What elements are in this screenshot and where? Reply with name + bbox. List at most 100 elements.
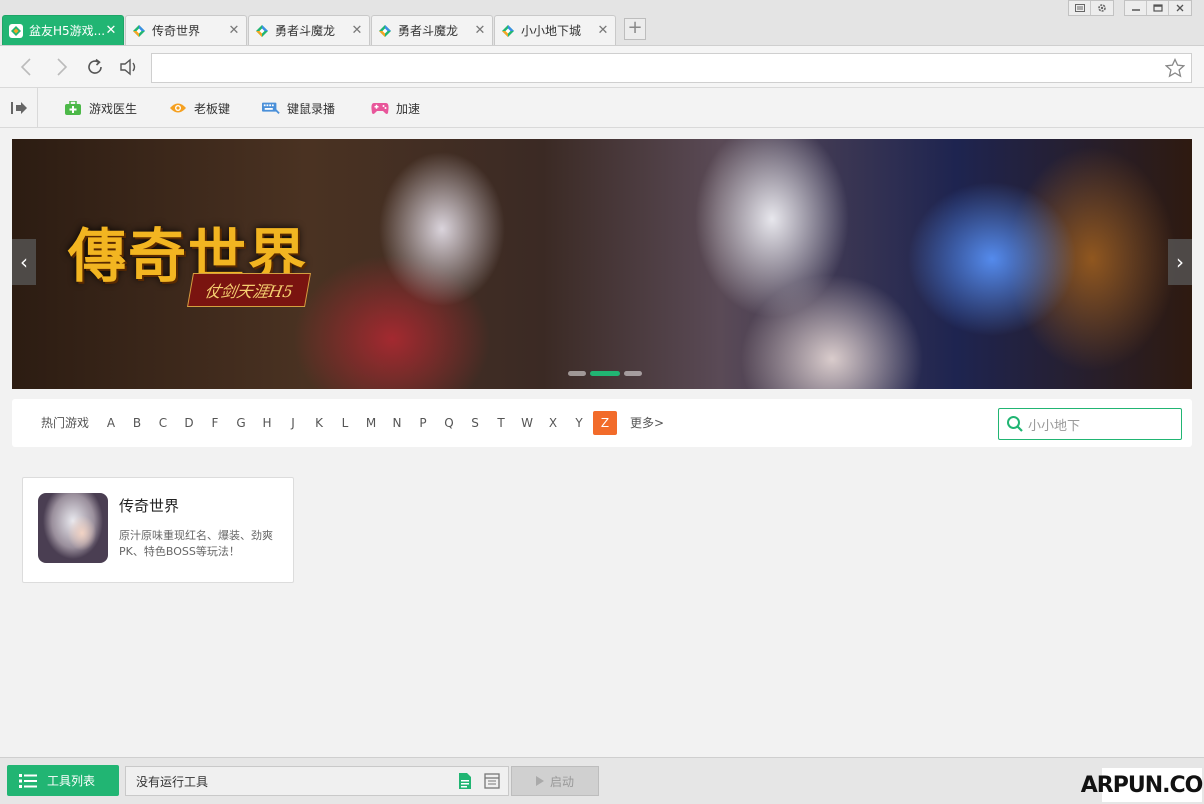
star-icon[interactable] [1164,57,1186,81]
sound-button[interactable] [117,55,141,79]
sidebar-toggle-icon [10,101,27,114]
window-menu-group [1068,0,1114,16]
toolbar-game-doctor[interactable]: 游戏医生 [64,98,137,118]
more-link[interactable]: 更多> [622,411,672,435]
letter-filter[interactable]: W [514,411,540,435]
site-icon [255,24,269,38]
toolbar-item-label: 键鼠录播 [287,101,336,116]
running-tools-text: 没有运行工具 [136,774,209,789]
letter-filter[interactable]: M [358,411,384,435]
tab-label: 勇者斗魔龙 [275,24,336,38]
letter-filter[interactable]: P [410,411,436,435]
banner-dot[interactable] [568,371,586,376]
start-label: 启动 [549,774,574,789]
close-icon[interactable]: ✕ [597,23,609,38]
tab-h5-games[interactable]: 盆友H5游戏... ✕ [2,15,124,45]
letter-filter[interactable]: N [384,411,410,435]
banner-dot-active[interactable] [590,371,620,376]
maximize-icon[interactable] [1147,1,1169,15]
letter-filter[interactable]: A [98,411,124,435]
site-icon [501,24,515,38]
arrow-left-icon [20,58,31,76]
address-input[interactable] [152,54,1152,82]
letter-filter[interactable]: H [254,411,280,435]
promo-banner[interactable]: 傳奇世界 仗剑天涯H5 ‹ › [12,139,1192,389]
search-input[interactable] [1028,416,1168,432]
site-watermark: ARPUN.COM [1081,768,1204,802]
tools-list-button[interactable]: 工具列表 [7,765,119,796]
keyboard-icon [262,100,280,116]
window-icon[interactable] [484,773,500,789]
tab-hero-dragon-2[interactable]: 勇者斗魔龙 ✕ [371,15,493,45]
gamepad-icon [371,100,389,116]
new-tab-button[interactable]: + [624,18,646,40]
arrow-right-icon [57,58,68,76]
window-controls [1124,0,1192,16]
letter-filter[interactable]: Q [436,411,462,435]
menu-icon[interactable] [1069,1,1091,15]
list-icon [19,773,37,788]
letter-filter[interactable]: S [462,411,488,435]
toolbar-item-label: 老板键 [194,101,231,116]
tab-bar: 盆友H5游戏... ✕ 传奇世界 ✕ 勇者斗魔龙 ✕ 勇者斗魔龙 ✕ 小小地下城… [0,0,1204,46]
letter-filter[interactable]: L [332,411,358,435]
letter-filter[interactable]: J [280,411,306,435]
letter-filter[interactable]: F [202,411,228,435]
forward-button[interactable] [50,55,74,79]
tab-hero-dragon-1[interactable]: 勇者斗魔龙 ✕ [248,15,370,45]
sidebar-toggle-button[interactable] [0,88,38,127]
toolbar-macro-record[interactable]: 键鼠录播 [262,98,335,118]
toolbar-item-label: 游戏医生 [89,101,138,116]
tab-legend-world[interactable]: 传奇世界 ✕ [125,15,247,45]
close-icon[interactable]: ✕ [351,23,363,38]
site-icon [378,24,392,38]
tools-toolbar: 游戏医生 老板键 键鼠录播 加速 [0,88,1204,128]
toolbar-item-label: 加速 [396,101,421,116]
game-title: 传奇世界 [119,497,180,515]
medkit-icon [64,100,82,116]
letter-filter[interactable]: D [176,411,202,435]
letter-filter[interactable]: T [488,411,514,435]
letter-filter[interactable]: B [124,411,150,435]
page-content: 傳奇世界 仗剑天涯H5 ‹ › 热门游戏 ABCDFGHJKLMNPQSTWXY… [0,129,1204,757]
game-card[interactable]: 传奇世界 原汁原味重现红名、爆装、劲爽PK、特色BOSS等玩法！ [22,477,294,583]
tab-label: 盆友H5游戏... [29,24,105,38]
eye-icon [169,100,187,116]
gear-icon[interactable] [1091,1,1113,15]
speaker-icon [120,58,136,76]
minimize-icon[interactable] [1125,1,1147,15]
letter-list: 热门游戏 A B C D F G H J K L M N P Q S T W X Y Z 更多> [34,411,672,435]
close-window-icon[interactable] [1169,1,1191,15]
hot-games-link[interactable]: 热门游戏 [34,411,96,435]
toolbar-boss-key[interactable]: 老板键 [169,98,230,118]
letter-filter-selected[interactable]: Z [593,411,617,435]
close-icon[interactable]: ✕ [474,23,486,38]
back-button[interactable] [14,55,38,79]
close-icon[interactable]: ✕ [228,23,240,38]
banner-pagination [568,371,642,376]
start-button[interactable]: 启动 [511,766,599,796]
game-search-box [998,408,1182,440]
tools-list-label: 工具列表 [47,774,96,788]
banner-prev-button[interactable]: ‹ [12,239,36,285]
document-icon[interactable] [458,773,474,789]
tab-label: 小小地下城 [521,24,582,38]
navigation-bar [0,46,1204,88]
toolbar-accelerate[interactable]: 加速 [371,98,420,118]
letter-filter[interactable]: K [306,411,332,435]
close-icon[interactable]: ✕ [105,23,117,38]
letter-filter[interactable]: X [540,411,566,435]
game-thumbnail [38,493,108,563]
site-icon [132,24,146,38]
tab-little-dungeon[interactable]: 小小地下城 ✕ [494,15,616,45]
game-description: 原汁原味重现红名、爆装、劲爽PK、特色BOSS等玩法！ [119,529,273,558]
letter-filter[interactable]: C [150,411,176,435]
letter-filter[interactable]: Y [566,411,592,435]
banner-subtitle: 仗剑天涯H5 [187,273,312,307]
running-tools-box: 没有运行工具 [125,766,509,796]
search-icon [1006,415,1024,433]
banner-dot[interactable] [624,371,642,376]
letter-filter[interactable]: G [228,411,254,435]
banner-next-button[interactable]: › [1168,239,1192,285]
refresh-button[interactable] [83,55,107,79]
